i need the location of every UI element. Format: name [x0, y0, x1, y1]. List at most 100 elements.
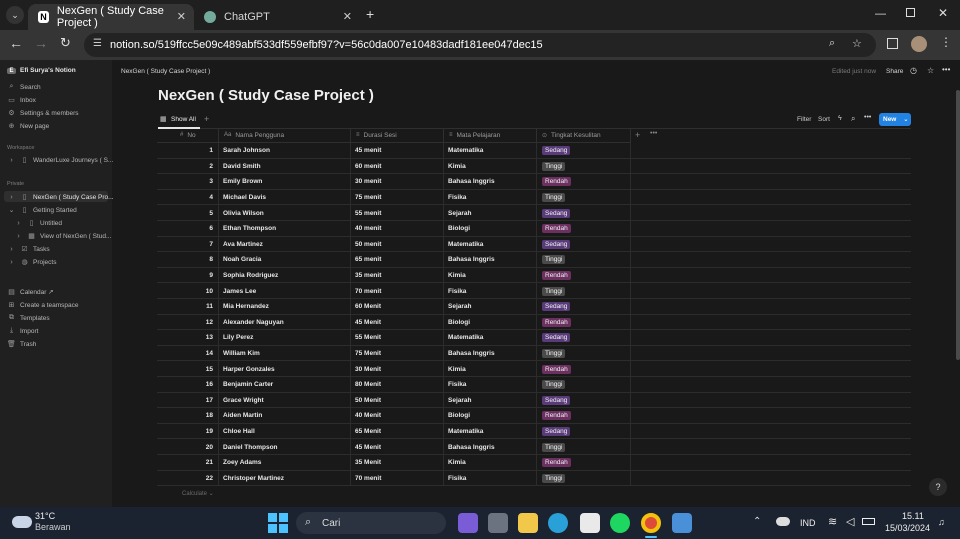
cell-mapel[interactable]: Kimia: [444, 158, 537, 175]
cell-nama[interactable]: Christoper Martinez: [219, 470, 351, 486]
onedrive-icon[interactable]: [776, 517, 790, 526]
sort-button[interactable]: Sort: [818, 116, 830, 123]
table-row[interactable]: 2 David Smith 60 menit Kimia Tinggi: [157, 158, 911, 175]
cell-nama[interactable]: Olivia Wilson: [219, 205, 351, 221]
cell-no[interactable]: 15: [157, 361, 219, 377]
weather-cloud-icon[interactable]: [12, 516, 32, 528]
sidebar-item-templates[interactable]: ⧉ Templates: [7, 314, 50, 322]
cell-nama[interactable]: Emily Brown: [219, 174, 351, 190]
column-header-durasi[interactable]: ≡ Durasi Sesi: [351, 128, 444, 143]
sidebar-item-import[interactable]: ⤓ Import: [7, 327, 38, 335]
cell-mapel[interactable]: Bahasa Inggris: [444, 439, 537, 455]
cell-nama[interactable]: Lily Perez: [219, 330, 351, 346]
cell-no[interactable]: 11: [157, 299, 219, 315]
bookmark-star-icon[interactable]: ☆: [852, 37, 862, 50]
cell-tingkat[interactable]: Rendah: [537, 408, 631, 424]
cell-nama[interactable]: Michael Davis: [219, 189, 351, 206]
table-row[interactable]: 21 Zoey Adams 35 Menit Kimia Rendah: [157, 455, 911, 471]
table-row[interactable]: 14 William Kim 75 Menit Bahasa Inggris Tingg…: [157, 345, 911, 362]
reload-icon[interactable]: ↻: [60, 35, 71, 51]
chrome-icon[interactable]: [641, 513, 661, 533]
cell-durasi[interactable]: 35 menit: [351, 267, 444, 284]
sidebar-item-projects[interactable]: › ◍ Projects: [7, 258, 56, 267]
cell-durasi[interactable]: 50 Menit: [351, 392, 444, 409]
zoom-icon[interactable]: ⌕: [829, 37, 835, 50]
site-info-icon[interactable]: ☰: [93, 38, 102, 49]
wifi-icon[interactable]: ≋: [828, 515, 837, 528]
cell-mapel[interactable]: Fisika: [444, 189, 537, 206]
menu-icon[interactable]: ⋮: [940, 35, 952, 49]
cell-durasi[interactable]: 30 menit: [351, 174, 444, 190]
close-window-icon[interactable]: ✕: [938, 6, 948, 20]
table-row[interactable]: 17 Grace Wright 50 Menit Sejarah Sedang: [157, 392, 911, 409]
cell-durasi[interactable]: 40 menit: [351, 221, 444, 237]
cell-mapel[interactable]: Sejarah: [444, 392, 537, 409]
cell-mapel[interactable]: Kimia: [444, 455, 537, 471]
column-header-tingkat[interactable]: ⊙ Tingkat Kesulitan: [537, 128, 631, 143]
back-icon[interactable]: ←: [9, 35, 23, 51]
clock-icon[interactable]: ◷: [910, 66, 917, 75]
table-row[interactable]: 3 Emily Brown 30 menit Bahasa Inggris Rendah: [157, 174, 911, 190]
table-row[interactable]: 10 James Lee 70 menit Fisika Tinggi: [157, 283, 911, 299]
weather-temp[interactable]: 31°C: [35, 511, 55, 521]
side-panel-icon[interactable]: [887, 38, 898, 49]
sidebar-item-inbox[interactable]: ▭ Inbox: [7, 96, 36, 105]
lightning-icon[interactable]: ϟ: [838, 115, 842, 122]
chevron-up-icon[interactable]: ⌃: [753, 516, 761, 527]
cell-mapel[interactable]: Matematika: [444, 143, 537, 159]
store-icon[interactable]: [580, 513, 600, 533]
table-row[interactable]: 13 Lily Perez 55 Menit Matematika Sedang: [157, 330, 911, 346]
task-view-icon[interactable]: [488, 513, 508, 533]
cell-mapel[interactable]: Fisika: [444, 377, 537, 393]
sidebar-item-search[interactable]: ⌕ Search: [7, 83, 41, 91]
cell-no[interactable]: 19: [157, 423, 219, 440]
table-row[interactable]: 12 Alexander Naguyan 45 Menit Biologi Rendah: [157, 314, 911, 331]
cell-mapel[interactable]: Sejarah: [444, 299, 537, 315]
restore-icon[interactable]: [906, 8, 915, 17]
new-button[interactable]: New ⌄: [879, 113, 911, 126]
cell-durasi[interactable]: 55 menit: [351, 205, 444, 221]
more-icon[interactable]: •••: [864, 114, 871, 121]
table-row[interactable]: 5 Olivia Wilson 55 menit Sejarah Sedang: [157, 205, 911, 221]
cell-mapel[interactable]: Biologi: [444, 221, 537, 237]
clock-date[interactable]: 15/03/2024: [885, 523, 930, 533]
cell-nama[interactable]: Mia Hernandez: [219, 299, 351, 315]
cell-no[interactable]: 3: [157, 174, 219, 190]
sidebar-item-getting-started[interactable]: ⌄ ▯ Getting Started: [7, 206, 77, 215]
cell-no[interactable]: 22: [157, 470, 219, 486]
cell-mapel[interactable]: Fisika: [444, 470, 537, 486]
cell-mapel[interactable]: Biologi: [444, 314, 537, 331]
edge-icon[interactable]: [548, 513, 568, 533]
cell-tingkat[interactable]: Rendah: [537, 267, 631, 284]
cell-mapel[interactable]: Sejarah: [444, 205, 537, 221]
cell-durasi[interactable]: 75 menit: [351, 189, 444, 206]
cell-tingkat[interactable]: Rendah: [537, 361, 631, 377]
sidebar-item-tasks[interactable]: › ☑ Tasks: [7, 245, 49, 254]
add-column-icon[interactable]: +: [635, 130, 640, 140]
close-icon[interactable]: ✕: [343, 10, 352, 23]
cell-no[interactable]: 1: [157, 143, 219, 159]
cell-nama[interactable]: Ava Martinez: [219, 236, 351, 253]
volume-icon[interactable]: ◁: [846, 515, 854, 528]
cell-no[interactable]: 6: [157, 221, 219, 237]
cell-durasi[interactable]: 40 Menit: [351, 408, 444, 424]
table-row[interactable]: 7 Ava Martinez 50 menit Matematika Sedang: [157, 236, 911, 253]
cell-tingkat[interactable]: Tinggi: [537, 158, 631, 175]
sidebar-item-untitled[interactable]: › ▯ Untitled: [14, 219, 62, 228]
table-row[interactable]: 1 Sarah Johnson 45 menit Matematika Sedang: [157, 143, 911, 159]
filter-button[interactable]: Filter: [797, 116, 811, 123]
cell-tingkat[interactable]: Tinggi: [537, 439, 631, 455]
cell-mapel[interactable]: Matematika: [444, 236, 537, 253]
cell-no[interactable]: 20: [157, 439, 219, 455]
cell-nama[interactable]: Noah Gracia: [219, 252, 351, 268]
cell-nama[interactable]: Sarah Johnson: [219, 143, 351, 159]
cell-durasi[interactable]: 80 Menit: [351, 377, 444, 393]
chevron-down-icon[interactable]: ⌄: [903, 116, 908, 123]
breadcrumb[interactable]: NexGen ( Study Case Project ): [121, 68, 210, 75]
spotify-icon[interactable]: [610, 513, 630, 533]
scrollbar[interactable]: [956, 90, 960, 360]
cell-durasi[interactable]: 70 menit: [351, 283, 444, 299]
cell-no[interactable]: 8: [157, 252, 219, 268]
tab-show-all[interactable]: Show All: [171, 116, 196, 123]
table-row[interactable]: 16 Benjamin Carter 80 Menit Fisika Tinggi: [157, 377, 911, 393]
